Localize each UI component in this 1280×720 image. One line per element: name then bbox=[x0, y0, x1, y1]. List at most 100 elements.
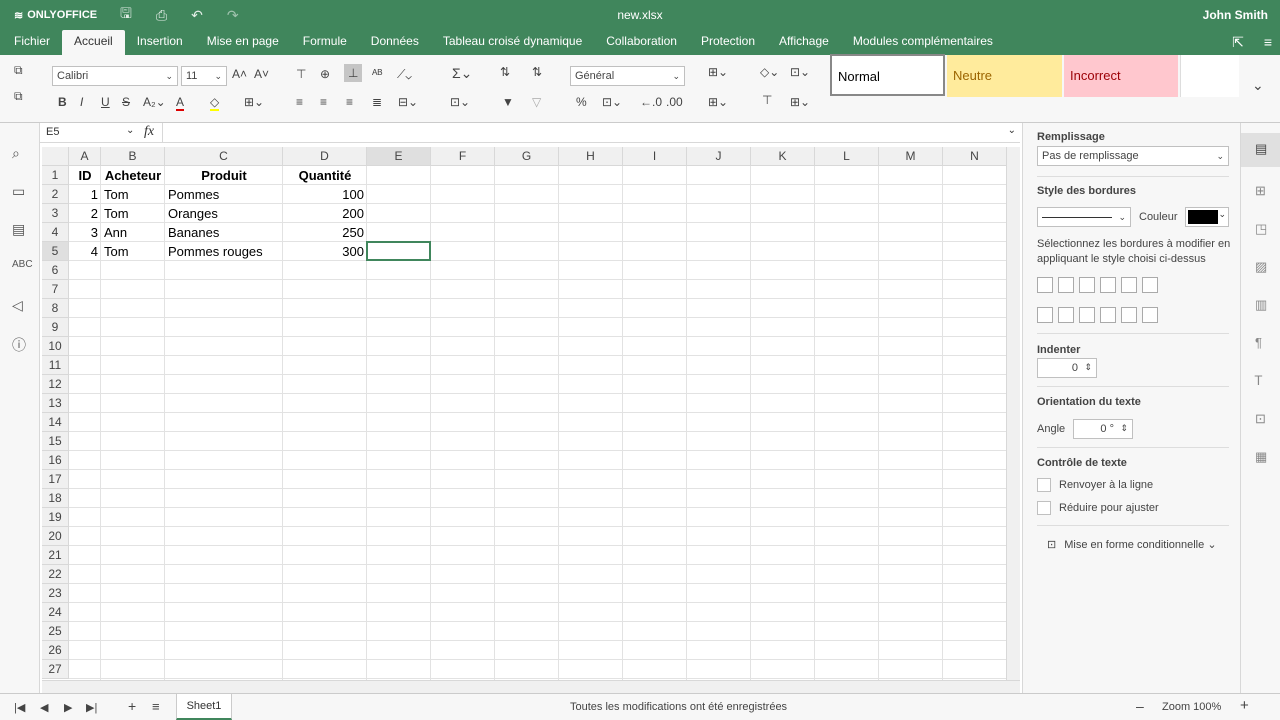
row-header-10[interactable]: 10 bbox=[42, 337, 69, 356]
style-normal[interactable]: Normal bbox=[830, 54, 945, 96]
increase-font-icon[interactable]: A˄ bbox=[232, 67, 247, 81]
subscript-icon[interactable]: A₂⌄ bbox=[143, 95, 166, 109]
filter-icon[interactable]: ▼ bbox=[502, 95, 514, 109]
active-cell-selection[interactable] bbox=[366, 241, 431, 261]
column-header-a[interactable]: A bbox=[69, 147, 101, 166]
column-header-h[interactable]: H bbox=[559, 147, 623, 166]
align-left-icon[interactable]: ≡ bbox=[296, 95, 303, 109]
row-header-18[interactable]: 18 bbox=[42, 489, 69, 508]
open-location-icon[interactable]: ⇱ bbox=[1232, 34, 1244, 51]
align-center-icon[interactable]: ≡ bbox=[320, 95, 327, 109]
inner-horizontal-icon[interactable] bbox=[1121, 307, 1137, 323]
borders-icon[interactable]: ⊞⌄ bbox=[244, 95, 264, 109]
spellcheck-icon[interactable]: ABC bbox=[12, 259, 33, 270]
table-cell[interactable]: Oranges bbox=[165, 204, 283, 223]
row-header-5[interactable]: 5 bbox=[42, 242, 69, 261]
prev-sheet-icon[interactable]: ◀ bbox=[40, 701, 48, 714]
sort-desc-icon[interactable]: ⇅ bbox=[532, 65, 542, 79]
sum-icon[interactable]: Σ⌄ bbox=[452, 65, 472, 82]
user-name[interactable]: John Smith bbox=[1203, 8, 1268, 22]
paste-icon[interactable]: ⧉ bbox=[14, 89, 23, 104]
style-empty[interactable] bbox=[1180, 55, 1239, 97]
table-cell[interactable]: Tom bbox=[101, 185, 165, 204]
align-middle-icon[interactable]: ⊕ bbox=[320, 67, 330, 81]
row-header-2[interactable]: 2 bbox=[42, 185, 69, 204]
font-size-select[interactable]: 11 ⌄ bbox=[181, 66, 227, 86]
row-header-6[interactable]: 6 bbox=[42, 261, 69, 280]
shrink-checkbox[interactable] bbox=[1037, 501, 1051, 515]
clear-filter-icon[interactable]: ▽ bbox=[532, 95, 541, 109]
spreadsheet-grid[interactable]: A B C D E F G H I J K L M N 1 2 3 4 5 6 7 8 9 10 11 12 13 14 15 16 17 1… bbox=[42, 147, 1006, 680]
underline-icon[interactable]: U bbox=[101, 95, 110, 109]
cell-header[interactable]: Acheteur bbox=[101, 166, 165, 185]
hamburger-menu-icon[interactable]: ≡ bbox=[1264, 34, 1272, 51]
row-header-24[interactable]: 24 bbox=[42, 603, 69, 622]
tab-collaboration[interactable]: Collaboration bbox=[594, 30, 689, 55]
row-header-7[interactable]: 7 bbox=[42, 280, 69, 299]
chat-icon[interactable]: ▤ bbox=[12, 221, 25, 238]
row-header-16[interactable]: 16 bbox=[42, 451, 69, 470]
row-header-25[interactable]: 25 bbox=[42, 622, 69, 641]
row-header-13[interactable]: 13 bbox=[42, 394, 69, 413]
all-borders-icon[interactable] bbox=[1037, 277, 1053, 293]
column-header-n[interactable]: N bbox=[943, 147, 1006, 166]
diagonal-down-icon[interactable] bbox=[1142, 277, 1158, 293]
table-cell[interactable]: 200 bbox=[283, 204, 367, 223]
tab-insertion[interactable]: Insertion bbox=[125, 30, 195, 55]
column-header-d[interactable]: D bbox=[283, 147, 367, 166]
table-cell[interactable]: 4 bbox=[69, 242, 101, 261]
table-cell[interactable]: 1 bbox=[69, 185, 101, 204]
italic-icon[interactable]: I bbox=[80, 95, 83, 109]
row-header-22[interactable]: 22 bbox=[42, 565, 69, 584]
border-color-picker[interactable]: ⌄ bbox=[1185, 207, 1229, 227]
sheet-list-icon[interactable]: ≡ bbox=[152, 699, 160, 714]
cell-header[interactable]: ID bbox=[69, 166, 101, 185]
next-sheet-icon[interactable]: ▶ bbox=[64, 701, 72, 714]
tab-affichage[interactable]: Affichage bbox=[767, 30, 841, 55]
row-header-23[interactable]: 23 bbox=[42, 584, 69, 603]
zoom-level[interactable]: Zoom 100% bbox=[1162, 701, 1221, 713]
row-header-20[interactable]: 20 bbox=[42, 527, 69, 546]
inner-vertical-icon[interactable] bbox=[1058, 307, 1074, 323]
row-header-17[interactable]: 17 bbox=[42, 470, 69, 489]
cell-settings-icon[interactable]: ▤ bbox=[1255, 141, 1267, 157]
column-header-c[interactable]: C bbox=[165, 147, 283, 166]
row-header-15[interactable]: 15 bbox=[42, 432, 69, 451]
column-header-j[interactable]: J bbox=[687, 147, 751, 166]
align-right-icon[interactable]: ≡ bbox=[346, 95, 353, 109]
outer-borders-icon[interactable] bbox=[1100, 277, 1116, 293]
row-header-26[interactable]: 26 bbox=[42, 641, 69, 660]
table-cell[interactable]: 100 bbox=[283, 185, 367, 204]
bottom-border-icon[interactable] bbox=[1142, 307, 1158, 323]
table-cell[interactable]: Tom bbox=[101, 242, 165, 261]
column-header-l[interactable]: L bbox=[815, 147, 879, 166]
row-header-12[interactable]: 12 bbox=[42, 375, 69, 394]
shape-settings-icon[interactable]: ◳ bbox=[1255, 221, 1267, 237]
top-border-icon[interactable] bbox=[1100, 307, 1116, 323]
row-header-4[interactable]: 4 bbox=[42, 223, 69, 242]
insert-cells-icon[interactable]: ⊞⌄ bbox=[708, 65, 728, 79]
styles-expand-icon[interactable]: ⌄ bbox=[1252, 77, 1264, 94]
right-border-icon[interactable] bbox=[1079, 307, 1095, 323]
delete-cells-icon[interactable]: ⊞⌄ bbox=[708, 95, 728, 109]
row-header-14[interactable]: 14 bbox=[42, 413, 69, 432]
percent-icon[interactable]: % bbox=[576, 95, 587, 109]
zoom-out-icon[interactable]: – bbox=[1136, 698, 1144, 714]
cell-header[interactable]: Quantité bbox=[283, 166, 367, 185]
insert-function-icon[interactable]: ⊡⌄ bbox=[450, 95, 470, 109]
wrap-text-option[interactable]: Renvoyer à la ligne bbox=[1037, 478, 1153, 492]
tab-tableau-croise[interactable]: Tableau croisé dynamique bbox=[431, 30, 594, 55]
strikethrough-icon[interactable]: S bbox=[122, 95, 130, 109]
table-cell[interactable]: Tom bbox=[101, 204, 165, 223]
column-header-f[interactable]: F bbox=[431, 147, 495, 166]
table-cell[interactable]: 300 bbox=[283, 242, 367, 261]
row-header-27[interactable]: 27 bbox=[42, 660, 69, 679]
feedback-icon[interactable]: ◁ bbox=[12, 297, 23, 314]
copy-style-icon[interactable]: ⊤ bbox=[762, 93, 772, 107]
border-line-select[interactable]: ⌄ bbox=[1037, 207, 1131, 227]
last-sheet-icon[interactable]: ▶| bbox=[86, 701, 97, 714]
increase-decimal-icon[interactable]: .00 bbox=[666, 95, 683, 109]
cell-reference[interactable]: E5 bbox=[46, 126, 59, 138]
sort-asc-icon[interactable]: ⇅ bbox=[500, 65, 510, 79]
tab-mise-en-page[interactable]: Mise en page bbox=[195, 30, 291, 55]
